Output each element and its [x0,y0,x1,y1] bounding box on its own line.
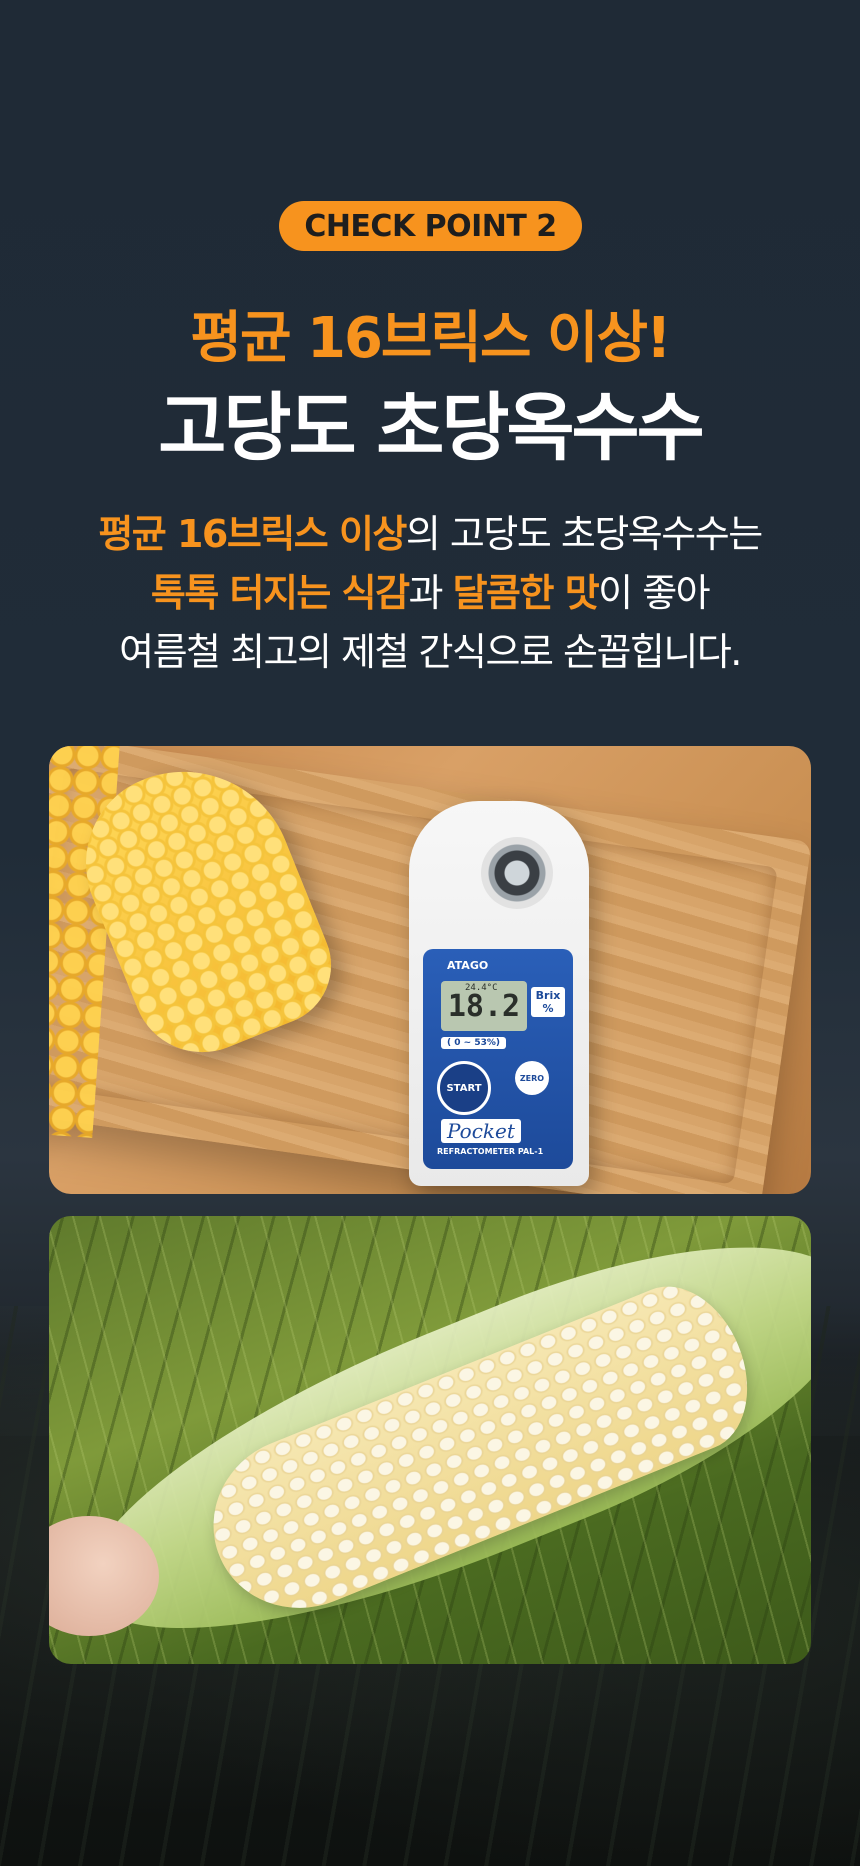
description-highlight: 톡톡 터지는 식감 [150,571,410,615]
start-button: START [437,1061,491,1115]
product-detail-page: CHECK POINT 2 평균 16브릭스 이상! 고당도 초당옥수수 평균 … [0,0,860,1866]
description-line-2: 톡톡 터지는 식감과 달콤한 맛이 좋아 [0,564,860,623]
brix-unit: Brix % [531,987,565,1017]
corn-ear-photo [49,1216,811,1664]
product-name: Pocket [441,1119,521,1143]
headline-highlight: 평균 16브릭스 이상! [190,306,671,371]
check-point-label: CHECK POINT 2 [304,208,557,244]
check-point-badge: CHECK POINT 2 [279,201,582,251]
description-highlight: 평균 16브릭스 이상 [98,512,407,556]
headline-title: 고당도 초당옥수수 [158,385,704,471]
measurement-range: ( 0 ~ 53%) [441,1037,506,1049]
description-line-1: 평균 16브릭스 이상의 고당도 초당옥수수는 [0,505,860,564]
temperature-readout: 24.4°C [465,983,498,993]
description-text-segment: 이 좋아 [598,571,710,615]
description-line-3: 여름철 최고의 제철 간식으로 손꼽힙니다. [119,630,742,674]
model-label: REFRACTOMETER PAL-1 [437,1147,544,1156]
description-text-segment: 과 [408,571,453,615]
refractometer-device: ATAGO 18.2 24.4°C Brix % ( 0 ~ 53%) STAR… [409,801,589,1186]
lens-icon [481,837,553,909]
refractometer-panel: ATAGO 18.2 24.4°C Brix % ( 0 ~ 53%) STAR… [423,949,573,1169]
description-text: 평균 16브릭스 이상의 고당도 초당옥수수는 톡톡 터지는 식감과 달콤한 맛… [0,505,860,682]
refractometer-photo: ATAGO 18.2 24.4°C Brix % ( 0 ~ 53%) STAR… [49,746,811,1194]
brix-reading: 18.2 [447,988,521,1024]
description-text-segment: 의 고당도 초당옥수수는 [405,512,763,556]
zero-button: ZERO [515,1061,549,1095]
description-highlight: 달콤한 맛 [452,571,600,615]
brand-logo: ATAGO [447,959,489,972]
